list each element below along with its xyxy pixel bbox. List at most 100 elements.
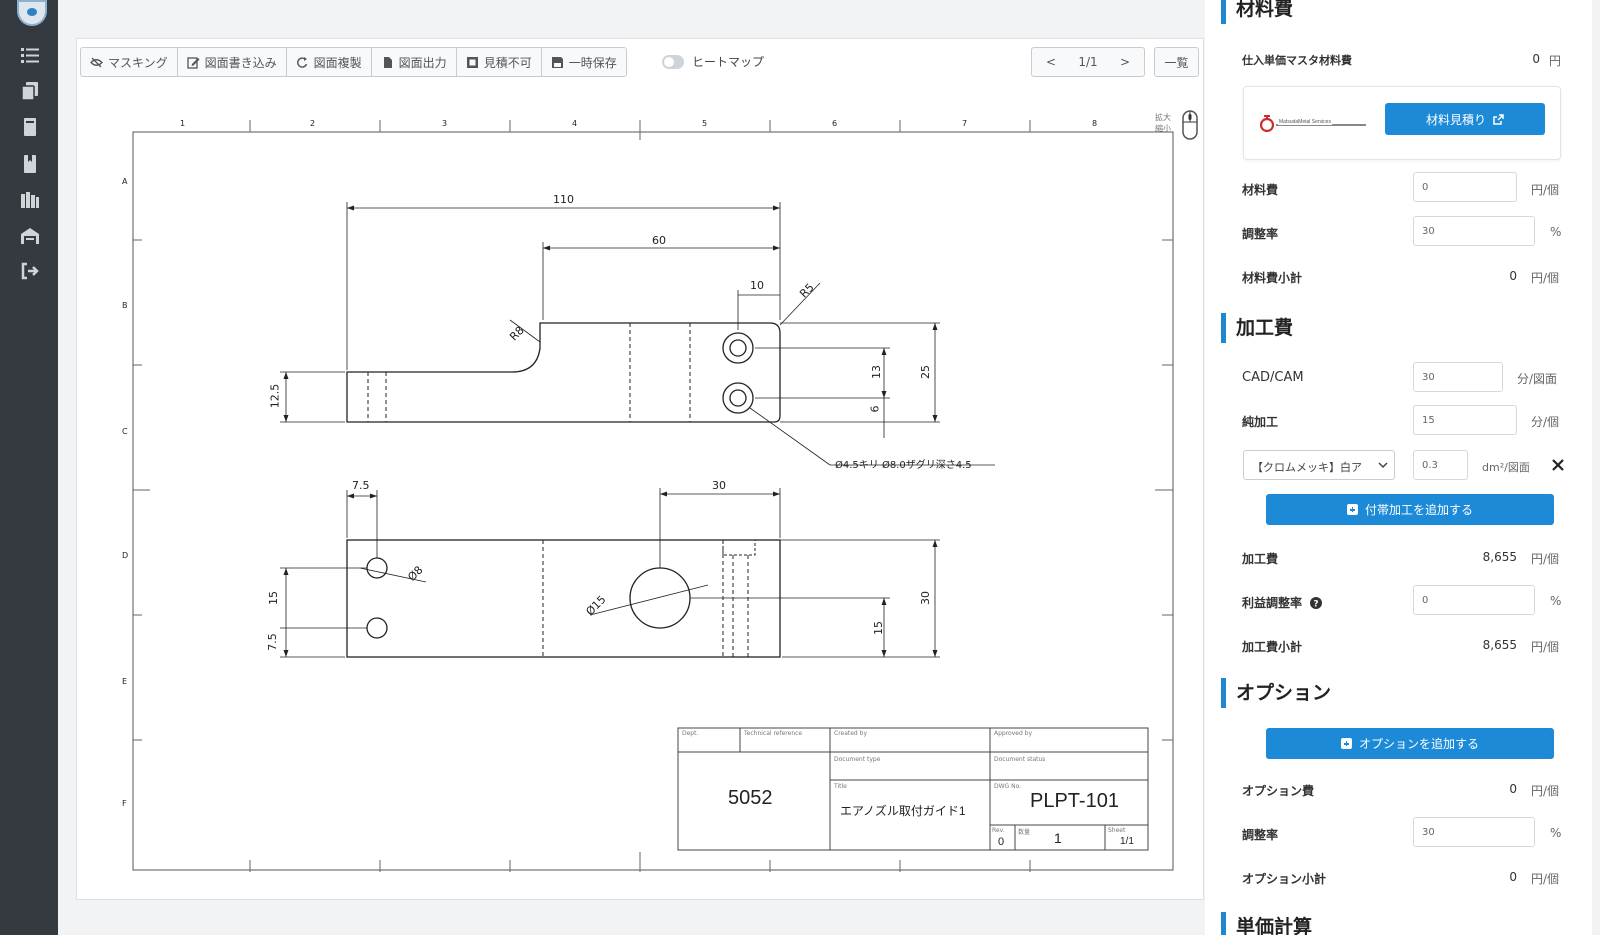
add-option-button[interactable]: オプションを追加する (1266, 728, 1554, 759)
tb-label-doc-type: Document type (834, 756, 881, 763)
write-button[interactable]: 図面書き込み (176, 47, 287, 77)
add-processing-button[interactable]: 付帯加工を追加する (1266, 494, 1554, 525)
tb-label-tech-ref: Technical reference (744, 730, 803, 737)
toggle-switch[interactable] (662, 54, 684, 69)
processing-section-title: 加工費 (1221, 313, 1293, 343)
dim-15b: 15 (872, 621, 885, 635)
profit-adjust-input[interactable]: 0 (1413, 585, 1535, 615)
option-subtotal-label: オプション小計 (1242, 872, 1327, 886)
library-icon[interactable] (19, 189, 41, 211)
tb-label-created: Created by (834, 730, 868, 737)
ruler-left-e: E (122, 677, 128, 686)
processing-subtotal-unit: 円/個 (1531, 640, 1560, 654)
sponsor-card: MatsudaMetal Services 材料見積り (1243, 86, 1561, 160)
processing-cost-unit: 円/個 (1531, 552, 1560, 566)
option-adjust-label: 調整率 (1242, 828, 1279, 842)
ruler-top-7: 7 (962, 119, 968, 128)
duplicate-button[interactable]: 図面複製 (285, 47, 372, 77)
pure-processing-input[interactable]: 15 (1413, 405, 1517, 435)
temp-save-label: 一時保存 (568, 55, 617, 70)
help-icon[interactable]: ? (1310, 597, 1323, 610)
drawing-toolbar: マスキング 図面書き込み 図面複製 図面出力 見積不可 一時保存 (80, 47, 627, 77)
option-adjust-unit: % (1550, 826, 1562, 840)
material-subtotal-unit: 円/個 (1531, 271, 1560, 285)
ruler-top-1: 1 (180, 119, 186, 128)
dim-12-5: 12.5 (268, 383, 282, 409)
chevron-down-icon (1378, 462, 1388, 469)
profit-adjust-label: 利益調整率 ? (1242, 594, 1323, 611)
duplicate-icon (296, 56, 307, 68)
processing-subtotal-value: 8,655 (1482, 638, 1517, 652)
scrollbar[interactable] (1592, 0, 1600, 935)
prev-page-button[interactable]: < (1032, 48, 1070, 76)
no-estimate-button[interactable]: 見積不可 (455, 47, 542, 77)
no-estimate-label: 見積不可 (483, 55, 532, 70)
tb-label-doc-status: Document status (994, 756, 1046, 763)
app-root: マスキング 図面書き込み 図面複製 図面出力 見積不可 一時保存 ヒートマップ … (0, 0, 1600, 935)
technical-drawing[interactable]: 1 2 3 4 5 6 7 8 A B C D E F 110 60 10 R5… (122, 119, 1175, 872)
dim-hole-note: Ø4.5キリ Ø8.0ザグリ深さ4.5 (835, 460, 972, 471)
next-page-button[interactable]: > (1106, 48, 1144, 76)
logout-icon[interactable] (19, 260, 41, 282)
save-icon (551, 56, 563, 68)
masking-button[interactable]: マスキング (80, 47, 178, 77)
material-adjust-label: 調整率 (1242, 227, 1279, 241)
tb-label-qty: 数量 (1018, 829, 1031, 836)
processing-cost-label: 加工費 (1242, 552, 1279, 566)
material-adjust-unit: % (1550, 225, 1562, 239)
material-section-title: 材料費 (1221, 0, 1293, 24)
mask-material-label: 仕入単価マスタ材料費 (1242, 54, 1352, 67)
dim-30: 30 (712, 479, 726, 492)
material-cost-label: 材料費 (1242, 183, 1279, 197)
page-indicator: 1/1 (1078, 55, 1098, 69)
mask-material-value: 0 (1532, 52, 1540, 66)
pure-processing-label: 純加工 (1242, 415, 1279, 429)
duplicate-label: 図面複製 (313, 55, 362, 70)
heatmap-label: ヒートマップ (692, 55, 765, 69)
list-button[interactable]: 一覧 (1154, 47, 1199, 77)
warehouse-icon[interactable] (19, 225, 41, 247)
dim-6: 6 (868, 405, 882, 413)
material-estimate-button[interactable]: 材料見積り (1385, 103, 1545, 135)
option-cost-label: オプション費 (1242, 784, 1315, 798)
tb-part-name: エアノズル取付ガイド1 (840, 804, 966, 818)
dim-110: 110 (553, 193, 574, 206)
dim-15a: 15 (267, 591, 280, 605)
mouse-icon (1182, 110, 1198, 140)
profit-adjust-unit: % (1550, 594, 1562, 608)
unit-price-section-title: 単価計算 (1221, 912, 1312, 935)
ruler-left-a: A (122, 177, 128, 186)
copy-icon[interactable] (19, 80, 41, 102)
add-processing-label: 付帯加工を追加する (1364, 503, 1473, 517)
write-label: 図面書き込み (204, 55, 277, 70)
output-button[interactable]: 図面出力 (370, 47, 457, 77)
cadcam-input[interactable]: 30 (1413, 362, 1503, 392)
heatmap-toggle[interactable]: ヒートマップ (662, 53, 764, 70)
options-section-title: オプション (1221, 678, 1331, 708)
list-icon[interactable] (19, 44, 41, 66)
ruler-top-5: 5 (702, 119, 708, 128)
ruler-top-6: 6 (832, 119, 838, 128)
remove-icon[interactable] (1552, 459, 1564, 471)
temp-save-button[interactable]: 一時保存 (540, 47, 627, 77)
option-cost-value: 0 (1509, 782, 1517, 796)
tb-label-dept: Dept. (682, 730, 699, 737)
processing-cost-value: 8,655 (1482, 550, 1517, 564)
ruler-top-3: 3 (442, 119, 448, 128)
file-icon (383, 56, 392, 68)
material-adjust-input[interactable]: 30 (1413, 216, 1535, 246)
option-adjust-input[interactable]: 30 (1413, 817, 1535, 847)
logo-icon[interactable] (17, 0, 47, 26)
bookmark-icon[interactable] (19, 153, 41, 175)
svg-text:?: ? (1314, 600, 1319, 610)
page-navigator: < 1/1 > (1031, 47, 1145, 77)
dim-7-5b: 7.5 (265, 633, 279, 651)
plating-unit: dm²/図面 (1482, 461, 1530, 474)
material-cost-input[interactable]: 0 (1413, 172, 1517, 202)
book-icon[interactable] (19, 116, 41, 138)
eye-slash-icon (90, 57, 103, 67)
plating-select[interactable]: 【クロムメッキ】白ア (1243, 450, 1395, 480)
dim-30v: 30 (919, 591, 932, 605)
plating-input[interactable]: 0.3 (1413, 450, 1468, 480)
masking-label: マスキング (108, 55, 168, 70)
